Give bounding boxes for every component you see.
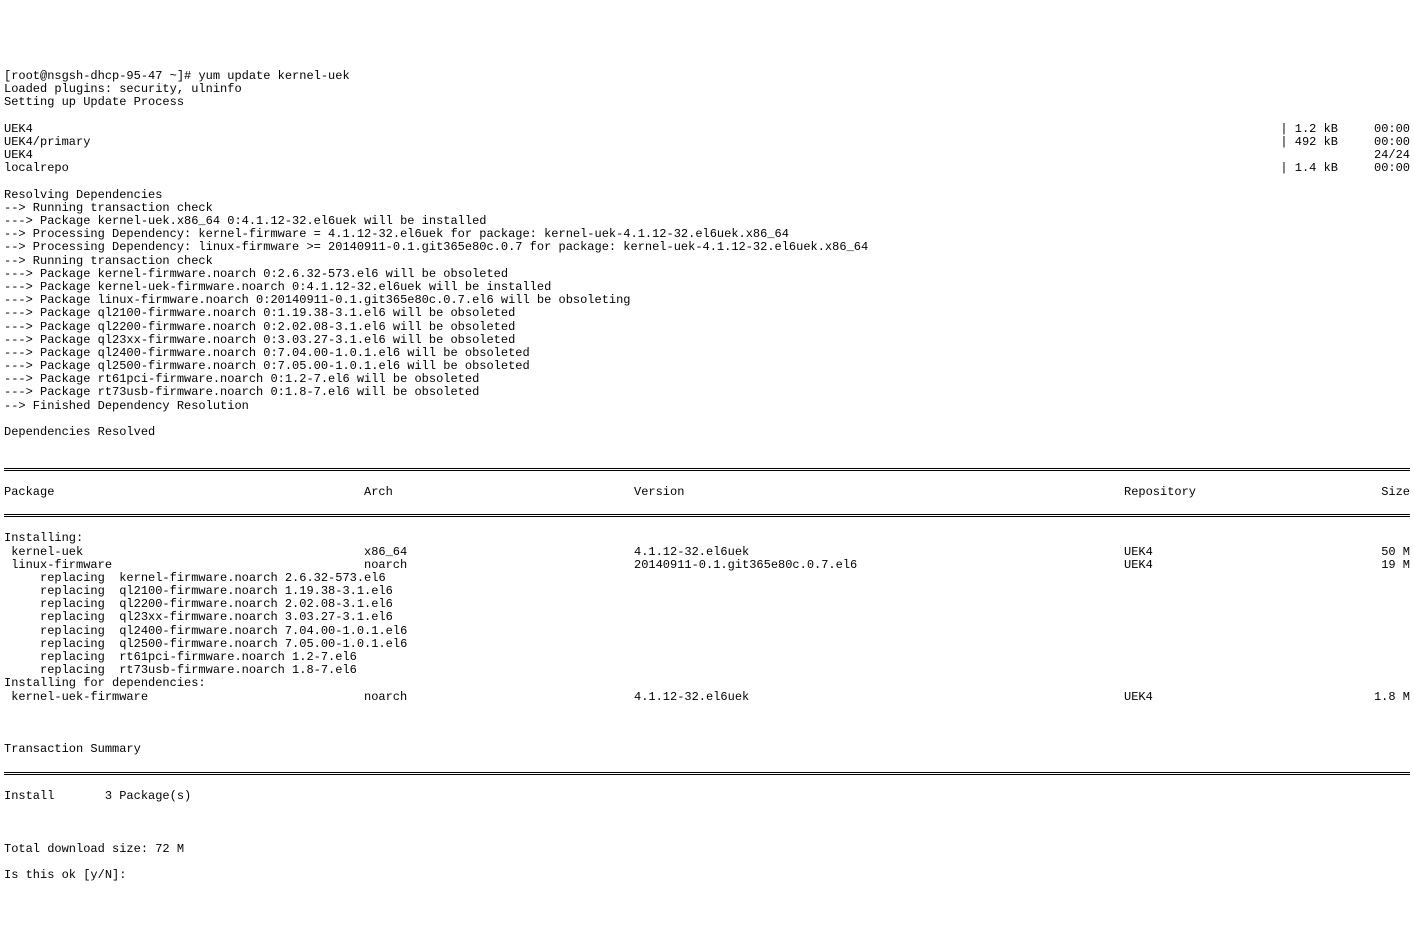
download-size: Total download size: 72 M <box>4 843 1410 856</box>
package-size: 19 M <box>1324 559 1410 572</box>
table-header-row: PackageArchVersionRepositorySize <box>4 486 1410 499</box>
blank-line <box>4 717 1410 730</box>
confirm-prompt[interactable]: Is this ok [y/N]: <box>4 868 134 882</box>
repo-line: UEK424/24 <box>4 149 1410 162</box>
header-version: Version <box>634 486 1124 499</box>
package-name: linux-firmware <box>4 559 364 572</box>
dependency-line: ---> Package ql2100-firmware.noarch 0:1.… <box>4 307 1410 320</box>
terminal-output: [root@nsgsh-dhcp-95-47 ~]# yum update ke… <box>4 57 1410 882</box>
replacing-line: replacing ql23xx-firmware.noarch 3.03.27… <box>4 611 1410 624</box>
table-row: kernel-uekx86_644.1.12-32.el6uekUEK450 M <box>4 546 1410 559</box>
header-package: Package <box>4 486 364 499</box>
package-version: 4.1.12-32.el6uek <box>634 691 1124 704</box>
repo-block: UEK4 | 1.2 kB 00:00UEK4/primary| 492 kB 0… <box>4 123 1410 176</box>
package-version: 4.1.12-32.el6uek <box>634 546 1124 559</box>
blank-line <box>4 816 1410 829</box>
package-arch: x86_64 <box>364 546 634 559</box>
header-arch: Arch <box>364 486 634 499</box>
dependency-line <box>4 439 1410 452</box>
dependency-line: ---> Package kernel-firmware.noarch 0:2.… <box>4 268 1410 281</box>
dependency-line: --> Finished Dependency Resolution <box>4 400 1410 413</box>
dependency-line: ---> Package ql2200-firmware.noarch 0:2.… <box>4 321 1410 334</box>
repo-name: UEK4 <box>4 123 33 136</box>
install-count: Install 3 Package(s) <box>4 790 1410 803</box>
dependency-line: ---> Package rt73usb-firmware.noarch 0:1… <box>4 386 1410 399</box>
repo-name: localrepo <box>4 162 69 175</box>
table-header-divider <box>4 514 1410 517</box>
repo-status: | 1.2 kB 00:00 <box>1280 123 1410 136</box>
dependency-line: Resolving Dependencies <box>4 189 1410 202</box>
table-body: Installing: kernel-uekx86_644.1.12-32.el… <box>4 532 1410 703</box>
package-name: kernel-uek <box>4 546 364 559</box>
package-repo: UEK4 <box>1124 559 1324 572</box>
package-arch: noarch <box>364 559 634 572</box>
replacing-line: replacing ql2400-firmware.noarch 7.04.00… <box>4 625 1410 638</box>
command-text: yum update kernel-uek <box>198 69 349 83</box>
package-repo: UEK4 <box>1124 546 1324 559</box>
package-version: 20140911-0.1.git365e80c.0.7.el6 <box>634 559 1124 572</box>
replacing-line: replacing rt73usb-firmware.noarch 1.8-7.… <box>4 664 1410 677</box>
package-repo: UEK4 <box>1124 691 1324 704</box>
header-size: Size <box>1324 486 1410 499</box>
dependency-line: --> Running transaction check <box>4 255 1410 268</box>
package-arch: noarch <box>364 691 634 704</box>
package-size: 1.8 M <box>1324 691 1410 704</box>
shell-prompt: [root@nsgsh-dhcp-95-47 ~]# <box>4 69 198 83</box>
header-repository: Repository <box>1124 486 1324 499</box>
replacing-line: replacing rt61pci-firmware.noarch 1.2-7.… <box>4 651 1410 664</box>
output-line: Setting up Update Process <box>4 96 1410 109</box>
repo-line: UEK4 | 1.2 kB 00:00 <box>4 123 1410 136</box>
preamble-block: Loaded plugins: security, ulninfoSetting… <box>4 83 1410 109</box>
table-top-divider <box>4 468 1410 471</box>
section-title: Installing: <box>4 532 1410 545</box>
transaction-summary-title: Transaction Summary <box>4 743 1410 756</box>
package-name: kernel-uek-firmware <box>4 691 364 704</box>
summary-divider <box>4 772 1410 775</box>
dependency-line: --> Processing Dependency: linux-firmwar… <box>4 241 1410 254</box>
table-row: kernel-uek-firmwarenoarch4.1.12-32.el6ue… <box>4 691 1410 704</box>
dependency-line: ---> Package ql23xx-firmware.noarch 0:3.… <box>4 334 1410 347</box>
package-size: 50 M <box>1324 546 1410 559</box>
dependency-block: Resolving Dependencies --> Running transa… <box>4 189 1410 453</box>
dependency-line <box>4 413 1410 426</box>
table-row: linux-firmwarenoarch20140911-0.1.git365e… <box>4 559 1410 572</box>
dependency-line: Dependencies Resolved <box>4 426 1410 439</box>
repo-status: | 1.4 kB 00:00 <box>1280 162 1410 175</box>
repo-line: localrepo | 1.4 kB 00:00 <box>4 162 1410 175</box>
repo-line: UEK4/primary| 492 kB 00:00 <box>4 136 1410 149</box>
section-title: Installing for dependencies: <box>4 677 1410 690</box>
output-line: Loaded plugins: security, ulninfo <box>4 83 1410 96</box>
